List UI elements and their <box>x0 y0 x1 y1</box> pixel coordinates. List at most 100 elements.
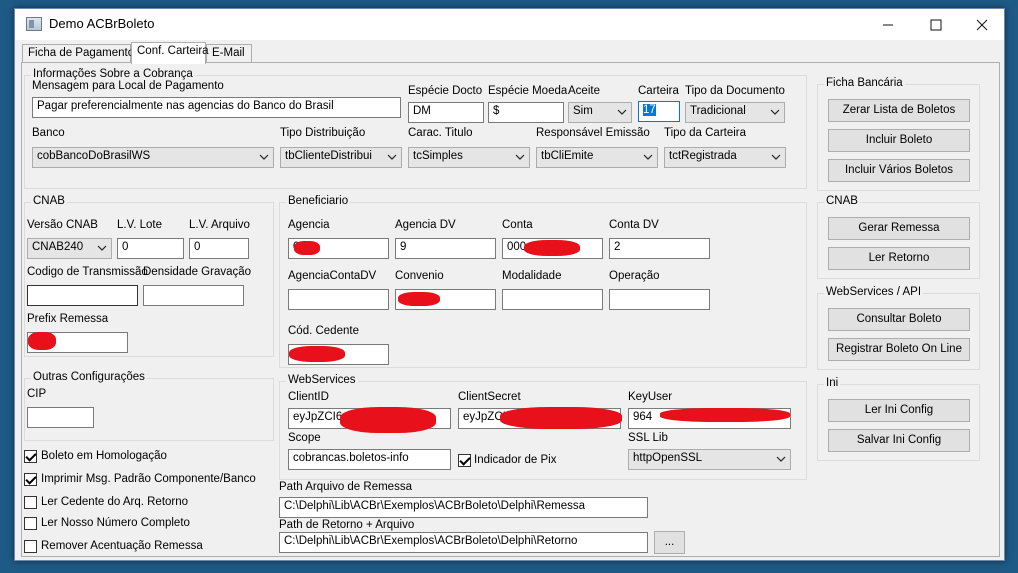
ssl-lib-value: httpOpenSSL <box>633 452 703 464</box>
scope-input[interactable]: cobrancas.boletos-info <box>288 449 451 470</box>
incluir-varios-boletos-button[interactable]: Incluir Vários Boletos <box>828 159 970 182</box>
ini-group: Ini Ler Ini Config Salvar Ini Config <box>817 377 980 461</box>
chevron-down-icon <box>97 245 107 251</box>
cobranca-group: Informações Sobre a Cobrança Mensagem pa… <box>24 68 807 189</box>
tipo-carteira-select[interactable]: tctRegistrada <box>664 147 786 168</box>
cip-input[interactable] <box>27 407 94 428</box>
ler-nosso-numero-label: Ler Nosso Número Completo <box>41 517 190 529</box>
operacao-input[interactable] <box>609 289 710 310</box>
aceite-select[interactable]: Sim <box>568 102 632 123</box>
especie-moeda-input[interactable]: $ <box>488 102 564 123</box>
cnab-group-title: CNAB <box>31 195 67 207</box>
outras-configuracoes-group: Outras Configurações CIP <box>24 371 274 441</box>
tipo-documento-select[interactable]: Tradicional <box>685 102 785 123</box>
remover-acentuacao-label: Remover Acentuação Remessa <box>41 540 203 552</box>
especie-docto-label: Espécie Docto <box>408 85 483 97</box>
browse-button[interactable]: ... <box>654 531 685 554</box>
codigo-transmissao-input[interactable] <box>27 285 138 306</box>
tab-ficha-de-pagamento[interactable]: Ficha de Pagamento <box>22 44 134 63</box>
app-window: Demo ACBrBoleto Ficha de Pagamento Conf.… <box>14 8 1005 561</box>
gerar-remessa-button[interactable]: Gerar Remessa <box>828 217 970 240</box>
tipo-distribuicao-select[interactable]: tbClienteDistribui <box>280 147 402 168</box>
webservices-api-group: WebServices / API Consultar Boleto Regis… <box>817 286 980 370</box>
consultar-boleto-button[interactable]: Consultar Boleto <box>828 308 970 331</box>
close-button[interactable] <box>959 9 1005 40</box>
conta-dv-input[interactable]: 2 <box>609 238 710 259</box>
banco-label: Banco <box>32 127 65 139</box>
indicador-pix-label: Indicador de Pix <box>474 454 557 466</box>
title-bar: Demo ACBrBoleto <box>15 9 1004 40</box>
redaction-mark <box>294 241 320 255</box>
agencia-conta-dv-input[interactable] <box>288 289 389 310</box>
minimize-icon <box>883 24 893 25</box>
banco-value: cobBancoDoBrasilWS <box>37 150 151 162</box>
chevron-down-icon <box>643 154 653 160</box>
versao-cnab-label: Versão CNAB <box>27 219 98 231</box>
redaction-mark <box>660 408 790 422</box>
densidade-gravacao-input[interactable] <box>143 285 244 306</box>
beneficiario-group: Beneficiario Agencia 0 Agencia DV 9 Cont… <box>279 195 807 368</box>
ficha-bancaria-group: Ficha Bancária Zerar Lista de Boletos In… <box>817 77 980 191</box>
lv-lote-label: L.V. Lote <box>117 219 162 231</box>
chevron-down-icon <box>617 109 627 115</box>
agencia-label: Agencia <box>288 219 330 231</box>
modalidade-label: Modalidade <box>502 270 562 282</box>
chevron-down-icon <box>771 154 781 160</box>
ler-nosso-numero-checkbox[interactable] <box>24 517 37 530</box>
app-icon <box>26 17 42 31</box>
redaction-mark <box>289 346 345 362</box>
redaction-mark <box>500 407 622 429</box>
agencia-conta-dv-label: AgenciaContaDV <box>288 270 377 282</box>
lv-lote-input[interactable]: 0 <box>117 238 184 259</box>
remover-acentuacao-checkbox[interactable] <box>24 540 37 553</box>
tab-e-mail[interactable]: E-Mail <box>206 44 252 63</box>
webservices-group-title: WebServices <box>286 374 358 386</box>
close-icon <box>976 19 988 30</box>
ler-retorno-button[interactable]: Ler Retorno <box>828 247 970 270</box>
chevron-down-icon <box>776 456 786 462</box>
path-retorno-label: Path de Retorno + Arquivo <box>279 519 415 531</box>
registrar-boleto-online-button[interactable]: Registrar Boleto On Line <box>828 338 970 361</box>
path-remessa-input[interactable]: C:\Delphi\Lib\ACBr\Exemplos\ACBrBoleto\D… <box>279 497 648 518</box>
operacao-label: Operação <box>609 270 660 282</box>
ini-group-title: Ini <box>824 377 841 389</box>
tipo-distribuicao-label: Tipo Distribuição <box>280 127 366 139</box>
cobranca-group-title: Informações Sobre a Cobrança <box>31 68 195 80</box>
path-retorno-input[interactable]: C:\Delphi\Lib\ACBr\Exemplos\ACBrBoleto\D… <box>279 532 648 553</box>
versao-cnab-value: CNAB240 <box>32 241 84 253</box>
ler-cedente-label: Ler Cedente do Arq. Retorno <box>41 496 189 508</box>
ler-ini-config-button[interactable]: Ler Ini Config <box>828 399 970 422</box>
agencia-dv-input[interactable]: 9 <box>395 238 496 259</box>
client-secret-label: ClientSecret <box>458 391 521 403</box>
maximize-button[interactable] <box>913 9 959 40</box>
incluir-boleto-button[interactable]: Incluir Boleto <box>828 129 970 152</box>
modalidade-input[interactable] <box>502 289 603 310</box>
lv-arquivo-input[interactable]: 0 <box>189 238 249 259</box>
ssl-lib-select[interactable]: httpOpenSSL <box>628 449 791 470</box>
minimize-button[interactable] <box>865 9 911 40</box>
banco-select[interactable]: cobBancoDoBrasilWS <box>32 147 274 168</box>
indicador-pix-checkbox[interactable] <box>458 454 471 467</box>
beneficiario-group-title: Beneficiario <box>286 195 351 207</box>
mensagem-input[interactable]: Pagar preferencialmente nas agencias do … <box>32 97 401 118</box>
carac-titulo-select[interactable]: tcSimples <box>408 147 530 168</box>
boleto-homologacao-checkbox[interactable] <box>24 450 37 463</box>
versao-cnab-select[interactable]: CNAB240 <box>27 238 112 259</box>
salvar-ini-config-button[interactable]: Salvar Ini Config <box>828 429 970 452</box>
chevron-down-icon <box>259 154 269 160</box>
carteira-input[interactable]: 17 <box>638 101 680 122</box>
responsavel-emissao-label: Responsável Emissão <box>536 127 650 139</box>
especie-docto-input[interactable]: DM <box>408 102 484 123</box>
webservices-group: WebServices ClientID eyJpZCI6 ClientSecr… <box>279 374 807 480</box>
tipo-documento-label: Tipo da Documento <box>685 85 785 97</box>
imprimir-msg-padrao-checkbox[interactable] <box>24 473 37 486</box>
zerar-lista-button[interactable]: Zerar Lista de Boletos <box>828 99 970 122</box>
responsavel-emissao-select[interactable]: tbCliEmite <box>536 147 658 168</box>
tab-conf-carteira[interactable]: Conf. Carteira <box>131 42 209 64</box>
cod-cedente-label: Cód. Cedente <box>288 325 359 337</box>
webservices-api-group-title: WebServices / API <box>824 286 924 298</box>
carteira-label: Carteira <box>638 85 679 97</box>
ler-cedente-checkbox[interactable] <box>24 496 37 509</box>
codigo-transmissao-label: Codigo de Transmissão <box>27 266 148 278</box>
carac-titulo-value: tcSimples <box>413 150 463 162</box>
